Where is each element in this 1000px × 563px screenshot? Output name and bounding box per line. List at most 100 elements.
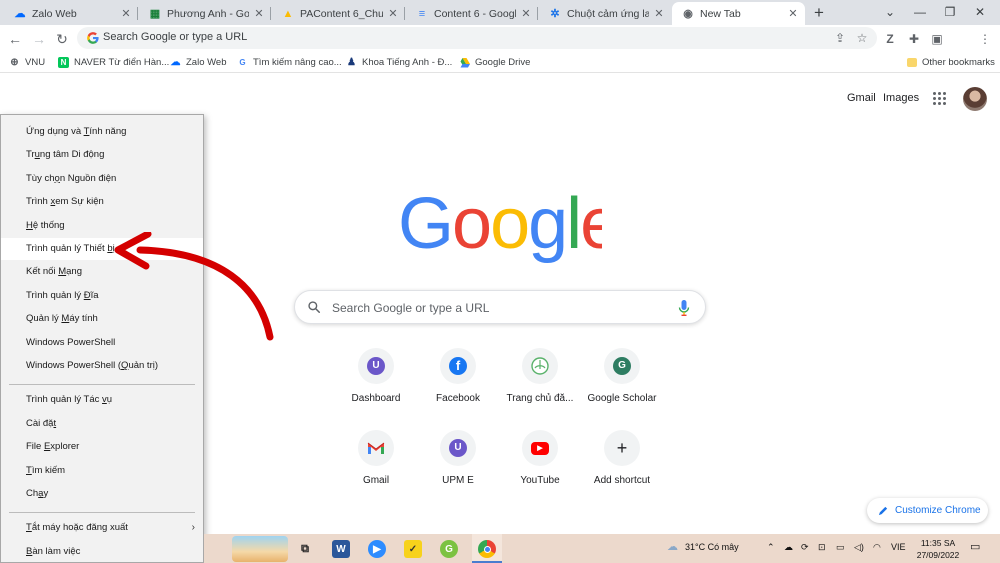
close-tab-icon[interactable]: ✕ — [787, 7, 799, 20]
youtube-icon: ▶ — [531, 441, 549, 455]
tab-6[interactable]: ◉ New Tab ✕ — [672, 2, 805, 25]
shortcut-dashboard[interactable]: U Dashboard — [335, 348, 417, 418]
menu-separator — [9, 384, 195, 386]
close-tab-icon[interactable]: ✕ — [653, 7, 665, 20]
bookmark-item[interactable]: ♟ Khoa Tiếng Anh - Đ... — [346, 55, 452, 70]
shortcut-add[interactable]: + Add shortcut — [581, 430, 663, 500]
app-tray-icon[interactable]: ⊡ — [818, 542, 826, 553]
tab-1[interactable]: ☁ Zalo Web ✕ — [4, 2, 138, 25]
menu-item-11[interactable]: Windows PowerShell (Quản trị) — [1, 355, 203, 377]
menu-item-5[interactable]: Hệ thống — [1, 215, 203, 237]
address-bar[interactable]: Search Google or type a URL ⇪ ☆ — [77, 27, 877, 49]
menu-item-text: Kết nối — [26, 266, 59, 278]
bookmark-label: VNU — [25, 57, 46, 68]
menu-item-7[interactable]: Kết nối Mạng — [1, 261, 203, 283]
shortcut-gmail[interactable]: Gmail — [335, 430, 417, 500]
shortcut-facebook[interactable]: f Facebook — [417, 348, 499, 418]
account-avatar[interactable] — [963, 87, 987, 111]
images-link[interactable]: Images — [883, 92, 919, 104]
shortcut-label: Trang chủ đă... — [506, 393, 574, 404]
menu-item-2[interactable]: Trung tâm Di động — [1, 144, 203, 166]
menu-item-text: Ứng dụng và — [26, 126, 84, 137]
gmail-link[interactable]: Gmail — [847, 92, 876, 104]
weather-text[interactable]: 31°C Có mây — [685, 542, 739, 552]
bookmark-item[interactable]: ⊕ VNU — [9, 55, 45, 70]
widgets-search-highlight[interactable] — [232, 536, 288, 562]
sync-icon[interactable]: ⟳ — [801, 542, 809, 553]
menu-item-9[interactable]: Quản lý Máy tính — [1, 308, 203, 330]
menu-item-8[interactable]: Trình quản lý Đĩa — [1, 285, 203, 307]
menu-kebab-icon[interactable]: ⋮ — [977, 31, 993, 47]
customize-chrome-button[interactable]: Customize Chrome — [867, 498, 988, 523]
tab-title: Content 6 - Google Tài — [434, 7, 516, 20]
shortcut-google-scholar[interactable]: G Google Scholar — [581, 348, 663, 418]
extensions-puzzle-icon[interactable]: ✚ — [906, 31, 922, 47]
back-icon[interactable]: ← — [5, 29, 25, 49]
language-indicator[interactable]: VIE — [891, 542, 906, 552]
menu-item-14[interactable]: File Explorer — [1, 436, 203, 458]
bookmark-item[interactable]: Google Drive — [459, 55, 530, 70]
tab-title: New Tab — [700, 7, 741, 20]
menu-item-text: em Sự kiện — [55, 196, 104, 208]
menu-item-text: Trình quản lý — [26, 289, 84, 301]
google-search-box[interactable]: Search Google or type a URL — [294, 290, 706, 324]
menu-item-4[interactable]: Trình xem Sự kiện — [1, 191, 203, 213]
notification-icon[interactable]: ▭ — [970, 540, 980, 553]
menu-item-16[interactable]: Chạy — [1, 483, 203, 505]
extension-z-icon[interactable]: Z — [882, 31, 898, 47]
menu-item-text: File — [26, 441, 44, 453]
tray-chevron-icon[interactable]: ⌃ — [767, 542, 775, 553]
chrome-icon[interactable] — [478, 540, 496, 558]
sticky-notes-icon[interactable]: ✓ — [404, 540, 422, 558]
bookmark-item[interactable]: N NAVER Từ điển Hàn... — [58, 55, 169, 70]
menu-item-17[interactable]: Tắt máy hoặc đăng xuất › — [1, 517, 203, 539]
menu-item-12[interactable]: Trình quản lý Tác vụ — [1, 389, 203, 411]
menu-item-6[interactable]: Trình quản lý Thiết bị — [1, 238, 203, 260]
site-icon — [531, 357, 549, 375]
clock[interactable]: 11:35 SA 27/09/2022 — [912, 537, 964, 561]
tab-3[interactable]: ▲ PAContent 6_Chuột lap ✕ — [272, 2, 405, 25]
chrome-icon: ◉ — [683, 8, 693, 20]
microphone-icon[interactable] — [678, 300, 690, 316]
tab-4[interactable]: ≡ Content 6 - Google Tài ✕ — [406, 2, 538, 25]
close-window-button[interactable]: ✕ — [960, 0, 1000, 25]
wifi-icon[interactable]: ◠ — [873, 542, 881, 553]
sidebar-icon[interactable]: ▣ — [929, 31, 945, 47]
bookmark-item[interactable]: ☁ Zalo Web — [170, 55, 227, 70]
volume-icon[interactable]: ◁) — [854, 542, 864, 553]
bookmark-star-icon[interactable]: ☆ — [854, 30, 870, 46]
close-tab-icon[interactable]: ✕ — [120, 7, 132, 20]
zoom-icon[interactable]: ▶ — [368, 540, 386, 558]
reload-icon[interactable]: ↻ — [52, 29, 72, 49]
menu-item-text: ạng — [66, 266, 82, 278]
task-view-icon[interactable]: ⧉ — [296, 540, 314, 558]
word-icon[interactable]: W — [332, 540, 350, 558]
tab-2[interactable]: ▦ Phương Anh - Google ✕ — [139, 2, 271, 25]
share-icon[interactable]: ⇪ — [832, 30, 848, 46]
plus-icon: + — [616, 438, 628, 458]
new-tab-button[interactable]: + — [809, 3, 829, 23]
menu-item-18[interactable]: Bàn làm việc — [1, 541, 203, 563]
app-green-icon[interactable]: G — [440, 540, 458, 558]
close-tab-icon[interactable]: ✕ — [387, 7, 399, 20]
menu-item-10[interactable]: Windows PowerShell — [1, 332, 203, 354]
cloud-icon[interactable]: ☁ — [784, 542, 793, 553]
shortcut-upm-e[interactable]: U UPM E — [417, 430, 499, 500]
bookmarks-bar: ⊕ VNU N NAVER Từ điển Hàn... ☁ Zalo Web … — [0, 52, 1000, 73]
shortcut-youtube[interactable]: ▶ YouTube — [499, 430, 581, 500]
menu-item-1[interactable]: Ứng dụng và Tính năng — [1, 121, 203, 143]
menu-item-3[interactable]: Tùy chọn Nguồn điện — [1, 168, 203, 190]
shortcut-trang-chu[interactable]: Trang chủ đă... — [499, 348, 581, 418]
tab-5[interactable]: ✲ Chuột cảm ứng laptop ✕ — [539, 2, 671, 25]
close-tab-icon[interactable]: ✕ — [520, 7, 532, 20]
menu-item-text: t — [53, 417, 57, 429]
menu-item-15[interactable]: Tìm kiếm — [1, 460, 203, 482]
google-apps-icon[interactable] — [933, 92, 947, 106]
forward-icon[interactable]: → — [29, 29, 49, 49]
other-bookmarks-folder[interactable]: Other bookmarks — [907, 55, 995, 70]
bookmark-item[interactable]: G Tìm kiếm nâng cao... — [237, 55, 341, 70]
battery-icon[interactable]: ▭ — [836, 542, 845, 553]
bookmark-label: Zalo Web — [186, 57, 227, 68]
close-tab-icon[interactable]: ✕ — [253, 7, 265, 20]
menu-item-13[interactable]: Cài đặt — [1, 413, 203, 435]
